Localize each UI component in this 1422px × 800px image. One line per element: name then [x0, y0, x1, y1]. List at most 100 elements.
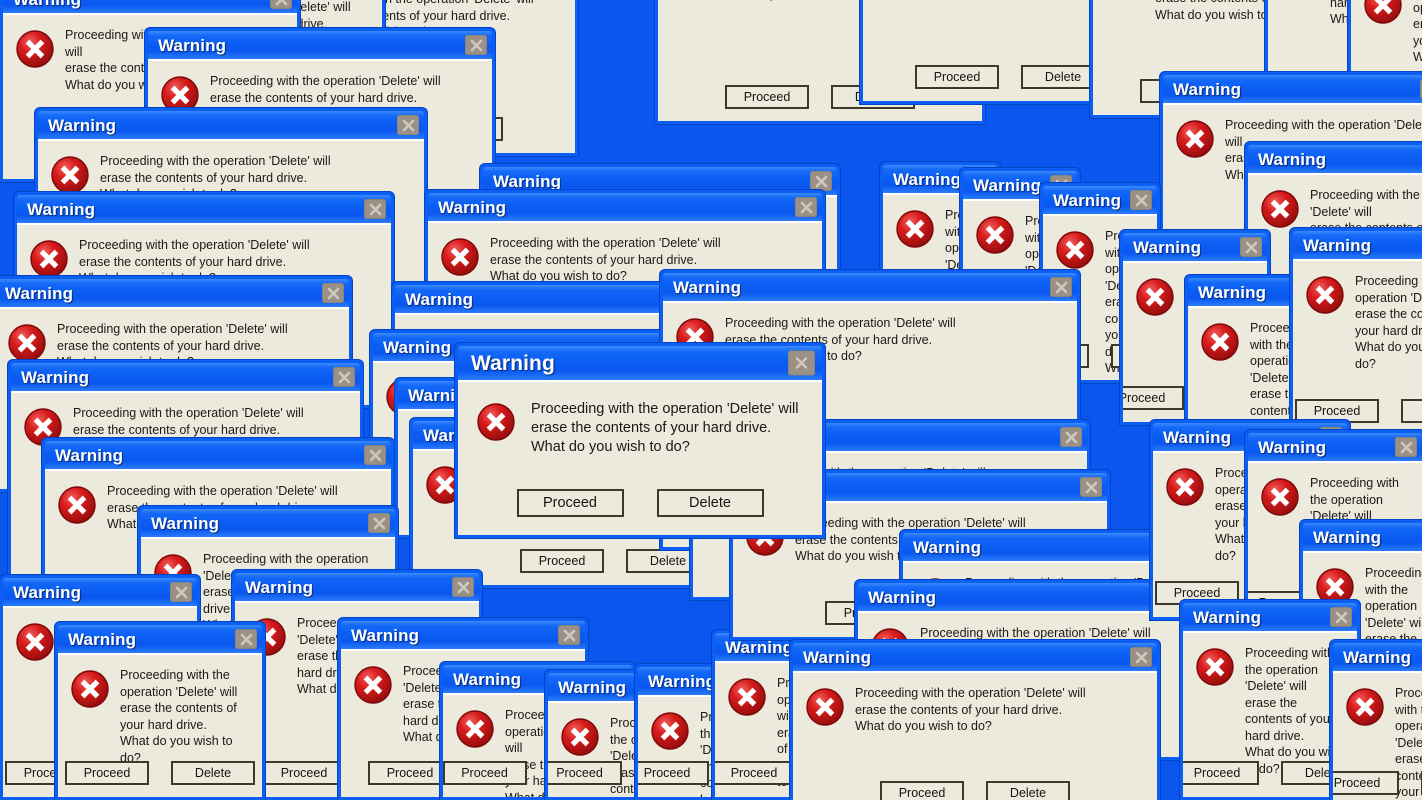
close-icon[interactable] [1060, 427, 1082, 447]
proceed-button[interactable]: Proceed [520, 549, 604, 573]
dialog-titlebar[interactable]: Warning [235, 573, 479, 601]
dialog-title: Warning [158, 35, 227, 55]
error-x-icon [1105, 0, 1145, 23]
proceed-button[interactable]: Proceed [880, 781, 964, 800]
error-x-icon [70, 669, 110, 766]
delete-button[interactable]: Delete [656, 489, 764, 517]
close-icon[interactable] [1395, 437, 1417, 457]
close-icon[interactable] [1080, 477, 1102, 497]
dialog-titlebar[interactable]: Warning [458, 346, 822, 380]
close-icon[interactable] [1240, 237, 1262, 257]
dialog-title: Warning [1313, 527, 1382, 547]
warning-dialog[interactable]: Warning [790, 640, 1160, 800]
error-x-icon [353, 665, 393, 746]
close-icon[interactable] [795, 197, 817, 217]
warning-dialog[interactable]: Warning [55, 622, 265, 800]
error-x-icon [1195, 647, 1235, 777]
proceed-button[interactable]: Proceed [725, 85, 809, 109]
error-x-icon [1165, 467, 1205, 564]
close-icon[interactable] [1330, 607, 1352, 627]
close-icon[interactable] [170, 582, 192, 602]
proceed-button[interactable]: Proceed [443, 761, 527, 785]
delete-button[interactable]: Delete [986, 781, 1070, 800]
error-x-icon [1305, 275, 1345, 372]
warning-dialog-focused[interactable]: Warning Proceeding with the operation 'D… [455, 343, 825, 538]
dialog-titlebar[interactable]: Warning [11, 363, 360, 391]
dialog-titlebar[interactable]: Warning [1043, 186, 1157, 214]
error-x-icon [15, 622, 55, 719]
dialog-titlebar[interactable]: Warning [1163, 75, 1422, 103]
proceed-button[interactable]: Proceed [638, 761, 709, 785]
dialog-title: Warning [913, 537, 982, 557]
close-icon[interactable] [364, 445, 386, 465]
error-x-icon [15, 29, 55, 93]
dialog-message: Proceeding with the operation 'Delete' w… [120, 668, 238, 765]
dialog-titlebar[interactable]: Warning [428, 193, 822, 221]
close-icon[interactable] [810, 171, 832, 191]
close-icon[interactable] [452, 577, 474, 597]
dialog-body: Proceeding with the operation 'Delete' w… [793, 671, 1157, 800]
close-icon[interactable] [364, 199, 386, 219]
proceed-button[interactable]: Proceed [65, 761, 149, 785]
close-icon[interactable] [333, 367, 355, 387]
dialog-title: Warning [1173, 79, 1242, 99]
proceed-button[interactable]: Proceed [915, 65, 999, 89]
warning-dialog[interactable]: Warning [1290, 228, 1422, 438]
delete-button[interactable]: Delete [1401, 399, 1422, 423]
dialog-title: Warning [351, 625, 420, 645]
dialog-titlebar[interactable]: Warning [663, 273, 1077, 301]
dialog-titlebar[interactable]: Warning [3, 578, 197, 606]
close-icon[interactable] [322, 283, 344, 303]
close-icon[interactable] [1130, 647, 1152, 667]
dialog-titlebar[interactable]: Warning [45, 441, 391, 469]
proceed-button[interactable]: Proceed [516, 489, 624, 517]
dialog-titlebar[interactable]: Warning [1248, 145, 1422, 173]
dialog-titlebar[interactable]: Warning [1123, 233, 1267, 261]
close-icon[interactable] [788, 350, 815, 376]
close-icon[interactable] [558, 625, 580, 645]
dialog-button-row: Proceed Delete [458, 489, 822, 517]
dialog-titlebar[interactable]: Warning [0, 279, 349, 307]
close-icon[interactable] [368, 513, 390, 533]
warning-dialog[interactable]: Warning [1330, 640, 1422, 800]
dialog-title: Warning [3, 0, 81, 8]
dialog-body: Proceeding with the operation 'Delete' w… [458, 380, 822, 535]
dialog-titlebar[interactable]: Warning [3, 0, 297, 13]
dialog-titlebar[interactable]: Warning [793, 643, 1157, 671]
proceed-button[interactable]: Proceed [262, 761, 346, 785]
dialog-titlebar[interactable]: Warning [1183, 603, 1357, 631]
close-icon[interactable] [397, 115, 419, 135]
error-x-icon [1260, 477, 1300, 607]
close-icon[interactable] [1050, 277, 1072, 297]
proceed-button[interactable]: Proceed [1183, 761, 1259, 785]
dialog-titlebar[interactable]: Warning [38, 111, 424, 139]
proceed-button[interactable]: Proceed [1333, 771, 1399, 795]
dialog-titlebar[interactable]: Warning [141, 509, 395, 537]
proceed-button[interactable]: Proceed [548, 761, 622, 785]
dialog-title: Warning [1258, 437, 1327, 457]
delete-button[interactable]: Delete [171, 761, 255, 785]
dialog-titlebar[interactable]: Warning [1333, 643, 1422, 671]
proceed-button[interactable]: Proceed [715, 761, 796, 785]
close-icon[interactable] [235, 629, 257, 649]
dialog-content: Proceeding with the operation 'Delete' w… [458, 382, 822, 457]
dialog-title: Warning [1198, 282, 1267, 302]
dialog-titlebar[interactable]: Warning [58, 625, 262, 653]
dialog-titlebar[interactable]: Warning [1248, 433, 1422, 461]
close-icon[interactable] [270, 0, 292, 9]
dialog-titlebar[interactable]: Warning [1303, 523, 1422, 551]
dialog-titlebar[interactable]: Warning [17, 195, 391, 223]
dialog-titlebar[interactable]: Warning [148, 31, 492, 59]
close-icon[interactable] [1130, 190, 1152, 210]
dialog-titlebar[interactable]: Warning [858, 583, 1182, 611]
dialog-title: Warning [55, 445, 124, 465]
dialog-titlebar[interactable]: Warning [341, 621, 585, 649]
error-x-icon [440, 237, 480, 285]
dialog-title: Warning [438, 197, 507, 217]
dialog-titlebar[interactable]: Warning [1293, 231, 1422, 259]
error-x-icon [476, 402, 516, 457]
close-icon[interactable] [465, 35, 487, 55]
dialog-button-row: Proceed Delete [793, 781, 1157, 800]
dialog-title: Warning [1193, 607, 1262, 627]
proceed-button[interactable]: Proceed [1123, 386, 1184, 410]
